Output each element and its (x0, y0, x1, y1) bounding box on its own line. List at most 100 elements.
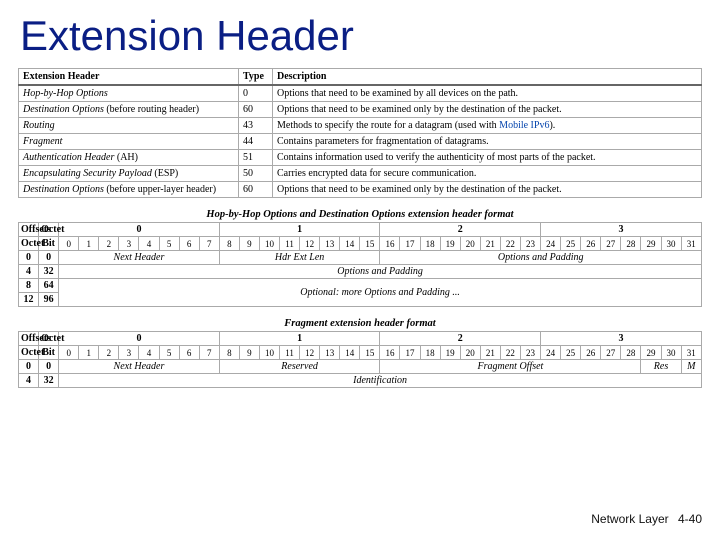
table-row: Hop-by-Hop Options0Options that need to … (19, 85, 702, 102)
th-octet-group: 2 (380, 332, 541, 346)
th-bit-number: 9 (239, 346, 259, 360)
cell-type: 60 (239, 182, 273, 198)
th-bit-number: 30 (661, 346, 681, 360)
th-bit-number: 1 (79, 237, 99, 251)
th-bit-number: 0 (59, 237, 79, 251)
th-bit-number: 8 (219, 237, 239, 251)
th-bit-number: 4 (139, 346, 159, 360)
cell-type: 0 (239, 85, 273, 102)
th-bit-number: 23 (520, 237, 540, 251)
cell-offset: 12 (19, 293, 39, 307)
cell-description: Contains parameters for fragmentation of… (273, 134, 702, 150)
cell-ext-header: Destination Options (before upper-layer … (19, 182, 239, 198)
cell-octet: 96 (39, 293, 59, 307)
th-bit-number: 2 (99, 237, 119, 251)
cell-description: Options that need to be examined by all … (273, 85, 702, 102)
cell-offset: 0 (19, 251, 39, 265)
th-bit-number: 3 (119, 237, 139, 251)
th-octet-group: 3 (541, 332, 702, 346)
th-bit-number: 11 (280, 346, 300, 360)
th-bit-number: 3 (119, 346, 139, 360)
cell-octet: 32 (39, 374, 59, 388)
th-bit-number: 29 (641, 237, 661, 251)
field-cell: Identification (59, 374, 702, 388)
table-row: Fragment44Contains parameters for fragme… (19, 134, 702, 150)
th-bit-number: 2 (99, 346, 119, 360)
cell-ext-header: Encapsulating Security Payload (ESP) (19, 166, 239, 182)
cell-ext-header: Destination Options (before routing head… (19, 102, 239, 118)
th-bit-number: 20 (460, 346, 480, 360)
table-row: 432Identification (19, 374, 702, 388)
cell-ext-header: Fragment (19, 134, 239, 150)
field-cell: Optional: more Options and Padding ... (59, 279, 702, 307)
th-bit-number: 16 (380, 237, 400, 251)
th-octet-row: Octet (19, 237, 39, 251)
th-ext-header: Extension Header (19, 69, 239, 86)
th-octet-group: 0 (59, 332, 220, 346)
th-bit-number: 20 (460, 237, 480, 251)
table-row: 432Options and Padding (19, 265, 702, 279)
th-bit-number: 17 (400, 237, 420, 251)
th-bit-number: 9 (239, 237, 259, 251)
hop-options-table: Hop-by-Hop Options and Destination Optio… (18, 208, 702, 307)
cell-type: 43 (239, 118, 273, 134)
footer-page: 4-40 (678, 512, 702, 526)
cell-octet: 64 (39, 279, 59, 293)
th-bit-number: 7 (199, 346, 219, 360)
field-cell: Reserved (219, 360, 380, 374)
cell-offset: 4 (19, 374, 39, 388)
cell-offset: 4 (19, 265, 39, 279)
slide-footer: Network Layer 4-40 (591, 512, 702, 526)
page-title: Extension Header (20, 14, 702, 58)
th-offsets: Offsets (19, 332, 39, 346)
th-bit-number: 16 (380, 346, 400, 360)
th-bit-number: 31 (681, 237, 701, 251)
th-bit-number: 6 (179, 346, 199, 360)
th-bit-number: 30 (661, 237, 681, 251)
th-bit-number: 21 (480, 346, 500, 360)
cell-ext-header: Authentication Header (AH) (19, 150, 239, 166)
table-row: 00Next HeaderHdr Ext LenOptions and Padd… (19, 251, 702, 265)
th-bit-number: 26 (581, 346, 601, 360)
th-bit-number: 12 (300, 346, 320, 360)
table-row: Routing43Methods to specify the route fo… (19, 118, 702, 134)
table-row: Encapsulating Security Payload (ESP)50Ca… (19, 166, 702, 182)
th-bit-number: 17 (400, 346, 420, 360)
field-cell: Next Header (59, 360, 220, 374)
ext-header-table: Extension Header Type Description Hop-by… (18, 68, 702, 198)
cell-type: 50 (239, 166, 273, 182)
th-bit-number: 25 (561, 346, 581, 360)
footer-label: Network Layer (591, 512, 668, 526)
th-bit-number: 12 (300, 237, 320, 251)
th-bit-number: 27 (601, 237, 621, 251)
field-cell: Options and Padding (59, 265, 702, 279)
th-bit-number: 25 (561, 237, 581, 251)
th-bit-number: 23 (520, 346, 540, 360)
th-bit-number: 24 (541, 237, 561, 251)
th-bit-number: 7 (199, 237, 219, 251)
th-bit-number: 21 (480, 237, 500, 251)
th-bit-number: 5 (159, 346, 179, 360)
slide: Extension Header Extension Header Type D… (0, 0, 720, 540)
th-bit-number: 0 (59, 346, 79, 360)
th-octet-group: 3 (541, 223, 702, 237)
th-bit-number: 29 (641, 346, 661, 360)
th-bit-number: 8 (219, 346, 239, 360)
th-bit: Bit (39, 237, 59, 251)
th-bit-number: 10 (259, 346, 279, 360)
th-bit: Bit (39, 346, 59, 360)
th-bit-number: 1 (79, 346, 99, 360)
cell-description: Options that need to be examined only by… (273, 102, 702, 118)
field-cell: M (681, 360, 701, 374)
th-bit-number: 18 (420, 237, 440, 251)
field-cell: Res (641, 360, 681, 374)
cell-type: 60 (239, 102, 273, 118)
cell-type: 44 (239, 134, 273, 150)
th-bit-number: 24 (541, 346, 561, 360)
th-bit-number: 19 (440, 346, 460, 360)
th-octet-group: 1 (219, 332, 380, 346)
cell-description: Contains information used to verify the … (273, 150, 702, 166)
th-bit-number: 15 (360, 346, 380, 360)
th-bit-number: 18 (420, 346, 440, 360)
cell-octet: 0 (39, 251, 59, 265)
